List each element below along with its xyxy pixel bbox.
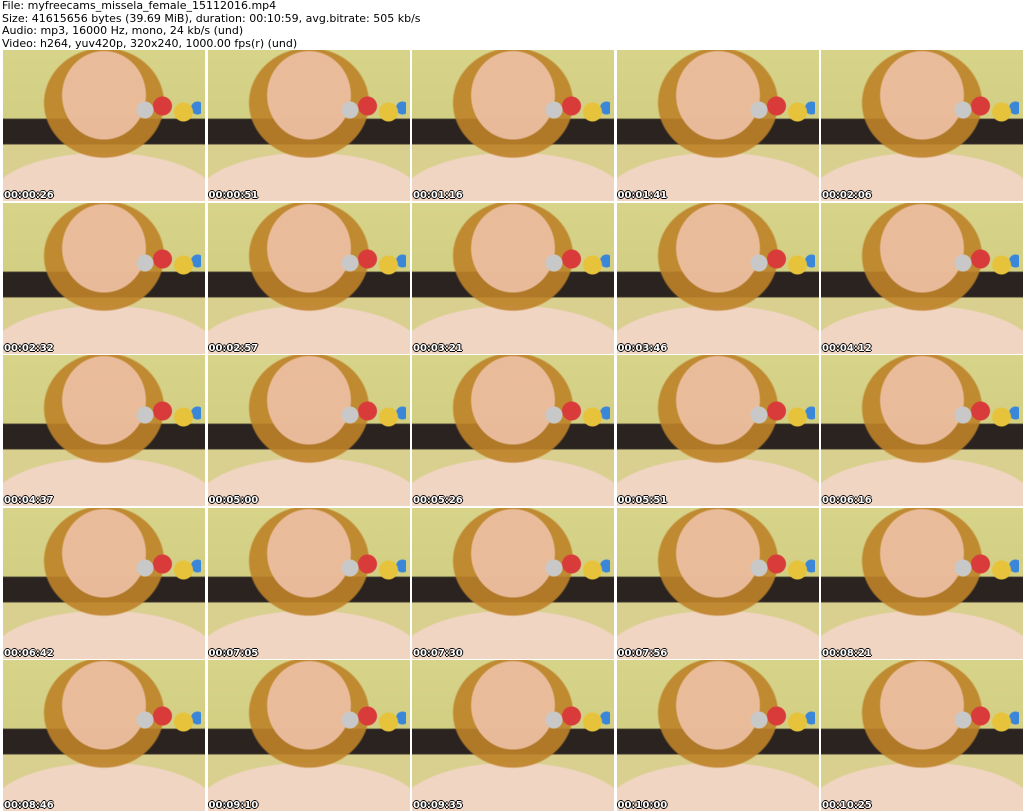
video-thumbnail: 00:09:35 — [412, 660, 614, 811]
background-toys — [335, 90, 406, 130]
thumbnail-timestamp: 00:09:35 — [413, 800, 463, 811]
video-info-line: Video: h264, yuv420p, 320x240, 1000.00 f… — [2, 36, 298, 50]
background-toys — [744, 242, 815, 283]
video-thumbnail: 00:00:26 — [3, 50, 205, 201]
video-thumbnail: 00:07:56 — [616, 507, 819, 659]
background-toys — [540, 547, 610, 588]
thumbnail-timestamp: 00:00:26 — [4, 190, 54, 201]
video-thumbnail: 00:06:16 — [821, 355, 1023, 506]
background-toys — [949, 395, 1019, 435]
video-thumbnail: 00:01:41 — [616, 50, 819, 201]
background-toys — [131, 547, 201, 588]
audio-info-line: Audio: mp3, 16000 Hz, mono, 24 kb/s (und… — [2, 24, 244, 37]
thumbnail-timestamp: 00:08:46 — [4, 800, 54, 811]
thumbnail-timestamp: 00:06:42 — [4, 647, 54, 659]
video-thumbnail: 00:05:51 — [616, 355, 819, 506]
video-thumbnail: 00:03:21 — [412, 202, 614, 354]
background-toys — [540, 395, 610, 435]
thumbnail-timestamp: 00:09:10 — [208, 800, 259, 811]
video-thumbnail: 00:07:30 — [412, 507, 614, 659]
background-toys — [540, 242, 610, 283]
video-thumbnail: 00:04:37 — [3, 355, 205, 506]
thumbnail-timestamp: 00:02:32 — [4, 342, 54, 354]
background-toys — [744, 90, 815, 130]
thumbnail-timestamp: 00:06:16 — [822, 495, 872, 506]
thumbnail-timestamp: 00:01:41 — [617, 190, 668, 201]
thumbnail-timestamp: 00:07:05 — [208, 647, 259, 659]
file-info-header: File: myfreecams_missela_female_15112016… — [2, 0, 421, 50]
background-toys — [949, 90, 1019, 130]
video-thumbnail: 00:00:51 — [207, 50, 410, 201]
thumbnail-timestamp: 00:10:25 — [822, 800, 872, 811]
thumbnail-timestamp: 00:10:00 — [617, 800, 668, 811]
background-toys — [131, 395, 201, 435]
video-thumbnail: 00:04:12 — [821, 202, 1023, 354]
background-toys — [131, 242, 201, 283]
video-thumbnail: 00:10:00 — [616, 660, 819, 811]
video-thumbnail: 00:01:16 — [412, 50, 614, 201]
background-toys — [131, 90, 201, 130]
thumbnail-timestamp: 00:04:37 — [4, 495, 54, 506]
background-toys — [131, 700, 201, 740]
video-thumbnail: 00:03:46 — [616, 202, 819, 354]
thumbnail-timestamp: 00:00:51 — [208, 190, 259, 201]
video-thumbnail: 00:08:21 — [821, 507, 1023, 659]
thumbnail-timestamp: 00:03:46 — [617, 342, 668, 354]
background-toys — [949, 547, 1019, 588]
thumbnail-grid: 00:00:26 00:00:51 00:01:16 00:01:41 00:02:06… — [3, 50, 1023, 811]
video-thumbnail: 00:02:06 — [821, 50, 1023, 201]
file-name-line: File: myfreecams_missela_female_15112016… — [2, 0, 277, 12]
thumbnail-timestamp: 00:03:21 — [413, 342, 463, 354]
video-thumbnail: 00:07:05 — [207, 507, 410, 659]
thumbnail-timestamp: 00:05:00 — [208, 495, 259, 506]
background-toys — [949, 700, 1019, 740]
thumbnail-timestamp: 00:02:57 — [208, 342, 259, 354]
background-toys — [335, 395, 406, 435]
background-toys — [335, 242, 406, 283]
video-thumbnail: 00:06:42 — [3, 507, 205, 659]
thumbnail-timestamp: 00:05:51 — [617, 495, 668, 506]
thumbnail-timestamp: 00:02:06 — [822, 190, 872, 201]
background-toys — [949, 242, 1019, 283]
thumbnail-timestamp: 00:05:26 — [413, 495, 463, 506]
video-thumbnail: 00:09:10 — [207, 660, 410, 811]
background-toys — [540, 90, 610, 130]
video-thumbnail: 00:05:00 — [207, 355, 410, 506]
thumbnail-timestamp: 00:01:16 — [413, 190, 463, 201]
video-thumbnail: 00:08:46 — [3, 660, 205, 811]
thumbnail-timestamp: 00:07:56 — [617, 647, 668, 659]
background-toys — [335, 700, 406, 740]
thumbnail-timestamp: 00:07:30 — [413, 647, 463, 659]
background-toys — [744, 700, 815, 740]
background-toys — [744, 395, 815, 435]
video-thumbnail: 00:02:32 — [3, 202, 205, 354]
video-thumbnail: 00:02:57 — [207, 202, 410, 354]
background-toys — [335, 547, 406, 588]
thumbnail-timestamp: 00:04:12 — [822, 342, 872, 354]
video-thumbnail: 00:05:26 — [412, 355, 614, 506]
thumbnail-timestamp: 00:08:21 — [822, 647, 872, 659]
background-toys — [540, 700, 610, 740]
background-toys — [744, 547, 815, 588]
video-thumbnail: 00:10:25 — [821, 660, 1023, 811]
